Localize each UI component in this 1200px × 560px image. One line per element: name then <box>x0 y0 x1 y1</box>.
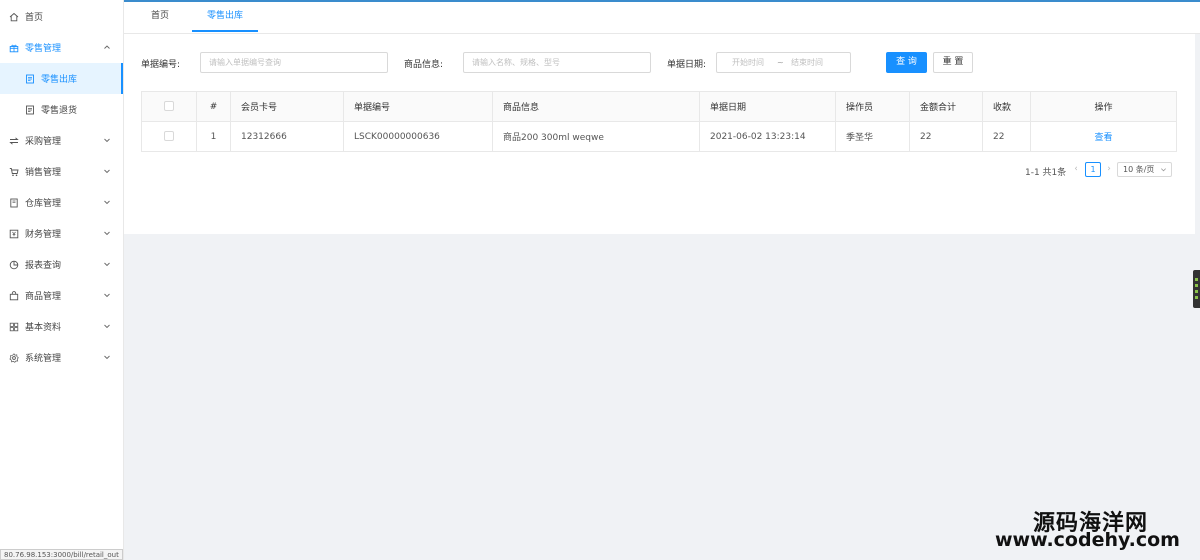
select-all-cell <box>141 91 197 122</box>
chevron-down-icon <box>104 293 110 298</box>
bill-date-cell: 2021-06-02 13:23:14 <box>699 121 836 152</box>
sidebar-item-label: 零售管理 <box>25 44 62 54</box>
received-cell: 22 <box>982 121 1031 152</box>
chevron-down-icon <box>104 231 110 236</box>
amount-cell: 22 <box>909 121 983 152</box>
sidebar-item-label: 仓库管理 <box>25 199 62 209</box>
column-header: 金额合计 <box>909 91 983 122</box>
chevron-down-icon <box>104 355 110 360</box>
chevron-down-icon <box>1161 168 1166 172</box>
date-range-picker[interactable]: 开始时间 ~ 结束时间 <box>716 52 851 73</box>
pie-icon <box>9 260 19 270</box>
money-icon <box>9 229 19 239</box>
retail-out-table: # 会员卡号 单据编号 商品信息 单据日期 操作员 金额合计 收款 操作 1 1… <box>141 91 1177 152</box>
column-header: 操作员 <box>835 91 910 122</box>
home-icon <box>9 12 19 22</box>
select-all-checkbox[interactable] <box>164 101 174 112</box>
swap-icon <box>9 136 19 146</box>
bill-no-cell: LSCK00000000636 <box>343 121 493 152</box>
sidebar-item-label: 采购管理 <box>25 137 62 147</box>
cart-icon <box>9 167 19 177</box>
page-size-value: 10 条/页 <box>1123 165 1155 174</box>
sidebar-item-retail-out[interactable]: 零售出库 <box>0 63 123 94</box>
chevron-down-icon <box>104 200 110 205</box>
prev-page-icon[interactable]: ‹ <box>1071 162 1081 176</box>
sidebar: 首页 零售管理 零售出库 零售退货 采购管理 销售管理 仓库管理 财务管理 报表… <box>0 0 124 560</box>
sidebar-item-retail-return[interactable]: 零售退货 <box>0 94 123 125</box>
column-header: # <box>196 91 231 122</box>
sidebar-item-label: 销售管理 <box>25 168 62 178</box>
row-index: 1 <box>196 121 231 152</box>
book-icon <box>9 198 19 208</box>
gift-icon <box>9 43 19 53</box>
sidebar-item-label: 商品管理 <box>25 292 62 302</box>
table-row[interactable]: 1 12312666 LSCK00000000636 商品200 300ml w… <box>141 121 1177 152</box>
gear-icon <box>9 352 19 363</box>
date-start-input[interactable]: 开始时间 <box>732 53 764 72</box>
doc-icon <box>25 74 35 84</box>
reset-button[interactable]: 重 置 <box>933 52 973 73</box>
doc-icon <box>25 105 35 115</box>
goods-info-input[interactable]: 请输入名称、规格、型号 <box>463 52 651 73</box>
floating-side-handle[interactable] <box>1193 270 1200 308</box>
sidebar-item-label: 基本资料 <box>25 323 62 333</box>
sidebar-item-basic-data[interactable]: 基本资料 <box>0 311 123 342</box>
search-button[interactable]: 查 询 <box>886 52 927 73</box>
column-header: 会员卡号 <box>230 91 344 122</box>
goods-info-cell: 商品200 300ml weqwe <box>492 121 700 152</box>
sidebar-item-label: 系统管理 <box>25 354 62 364</box>
grid-icon <box>9 322 19 332</box>
pagination-total: 1-1 共1条 <box>1025 168 1067 178</box>
sidebar-item-label: 首页 <box>25 13 44 23</box>
member-card-cell: 12312666 <box>230 121 344 152</box>
chevron-down-icon <box>104 138 110 143</box>
browser-status-url: 80.76.98.153:3000/bill/retail_out <box>0 549 123 560</box>
chevron-down-icon <box>104 324 110 329</box>
bag-icon <box>9 290 19 301</box>
next-page-icon[interactable]: › <box>1104 162 1114 176</box>
sidebar-item-finance[interactable]: 财务管理 <box>0 218 123 249</box>
tab-bar: 首页 零售出库 <box>124 0 1200 34</box>
bill-date-label: 单据日期: <box>667 60 707 70</box>
sidebar-item-label: 零售出库 <box>41 75 78 85</box>
sidebar-item-goods[interactable]: 商品管理 <box>0 280 123 311</box>
column-header: 收款 <box>982 91 1031 122</box>
view-link[interactable]: 查看 <box>1094 133 1112 143</box>
date-separator: ~ <box>777 58 784 67</box>
tab-retail-out[interactable]: 零售出库 <box>192 2 258 32</box>
sidebar-item-retail[interactable]: 零售管理 <box>0 32 123 63</box>
watermark-url: www.codehy.com <box>995 529 1180 551</box>
sidebar-item-reports[interactable]: 报表查询 <box>0 249 123 280</box>
date-end-input[interactable]: 结束时间 <box>791 53 823 72</box>
action-cell: 查看 <box>1030 121 1177 152</box>
column-header: 单据编号 <box>343 91 493 122</box>
operator-cell: 季圣华 <box>835 121 910 152</box>
tab-home[interactable]: 首页 <box>140 2 180 32</box>
sidebar-item-warehouse[interactable]: 仓库管理 <box>0 187 123 218</box>
row-checkbox[interactable] <box>164 131 174 142</box>
sidebar-item-home[interactable]: 首页 <box>0 1 123 32</box>
page-size-select[interactable]: 10 条/页 <box>1117 162 1172 177</box>
sidebar-item-label: 财务管理 <box>25 230 62 240</box>
chevron-down-icon <box>104 169 110 174</box>
chevron-down-icon <box>104 262 110 267</box>
bill-no-input[interactable]: 请输入单据编号查询 <box>200 52 388 73</box>
sidebar-item-label: 零售退货 <box>41 106 78 116</box>
bill-no-label: 单据编号: <box>141 60 181 70</box>
goods-info-label: 商品信息: <box>404 60 444 70</box>
column-header: 操作 <box>1030 91 1177 122</box>
page-1-button[interactable]: 1 <box>1085 162 1101 177</box>
sidebar-item-sales[interactable]: 销售管理 <box>0 156 123 187</box>
main-content: 单据编号: 请输入单据编号查询 商品信息: 请输入名称、规格、型号 单据日期: … <box>124 34 1195 234</box>
table-header-row: # 会员卡号 单据编号 商品信息 单据日期 操作员 金额合计 收款 操作 <box>141 91 1177 122</box>
column-header: 商品信息 <box>492 91 700 122</box>
sidebar-item-system[interactable]: 系统管理 <box>0 342 123 373</box>
sidebar-item-label: 报表查询 <box>25 261 62 271</box>
sidebar-item-purchase[interactable]: 采购管理 <box>0 125 123 156</box>
column-header: 单据日期 <box>699 91 836 122</box>
row-select-cell <box>141 121 197 152</box>
chevron-up-icon <box>104 45 110 49</box>
